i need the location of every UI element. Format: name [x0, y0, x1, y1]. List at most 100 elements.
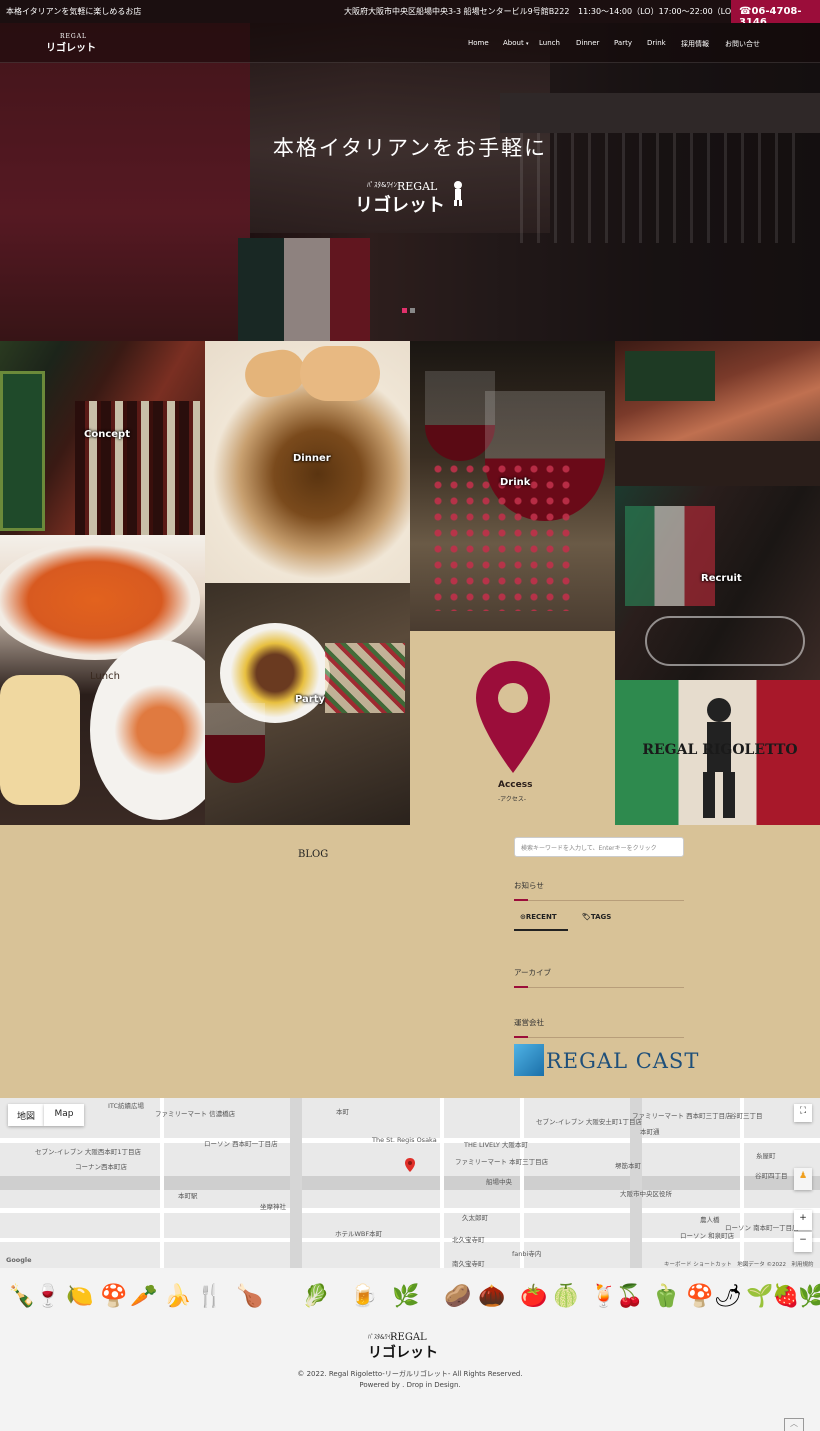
- tile-lunch[interactable]: Lunch: [0, 535, 205, 825]
- map-label: ファミリーマート 本町三丁目店: [455, 1158, 549, 1166]
- nav-party[interactable]: Party: [614, 39, 632, 47]
- regal-cast-logo[interactable]: REGAL CAST: [514, 1044, 698, 1076]
- nav-drink[interactable]: Drink: [647, 39, 666, 47]
- map-label: 本町駅: [178, 1192, 198, 1200]
- map-type-map-button[interactable]: 地図: [8, 1104, 44, 1126]
- roast-meat-icon: 🍗: [236, 1284, 264, 1309]
- tile-brand-label: REGAL RIGOLETTO: [642, 742, 798, 758]
- tile-access[interactable]: Access -アクセス-: [410, 631, 615, 825]
- concept-chalkboard: [0, 371, 45, 531]
- map-label: 北久宝寺町: [452, 1236, 485, 1244]
- mushroom-icon: 🍄: [100, 1284, 128, 1309]
- lime-icon: 🍋: [66, 1284, 94, 1309]
- pepper-icon: 🫑: [652, 1284, 680, 1309]
- map-road-main: [0, 1176, 820, 1190]
- tomato-icon: 🍅: [520, 1284, 548, 1309]
- party-appetizers: [325, 643, 405, 713]
- archive-divider: [514, 987, 684, 988]
- archive-heading: アーカイブ: [514, 968, 552, 977]
- strawberry-icon: 🍓: [772, 1284, 800, 1309]
- nav-contact[interactable]: お問い合せ: [725, 39, 760, 49]
- tile-concept[interactable]: Concept: [0, 341, 205, 535]
- recruit-chalk-art: [645, 616, 805, 666]
- lemon-slice-icon: 🍈: [552, 1284, 580, 1309]
- tile-dinner[interactable]: Dinner: [205, 341, 410, 583]
- map-label: セブン-イレブン 大阪安土町1丁目店: [536, 1118, 643, 1126]
- tile-drink[interactable]: Drink: [410, 341, 615, 631]
- map-road-v4: [440, 1098, 444, 1268]
- slider-dots: [402, 298, 418, 317]
- jester-icon: [454, 181, 462, 206]
- map-label: コーナン西本町店: [75, 1163, 127, 1171]
- map-label: ITC紡績広場: [108, 1102, 145, 1110]
- tile-recruit[interactable]: Recruit: [615, 486, 820, 680]
- map-label: The St. Regis Osaka: [372, 1136, 437, 1144]
- tab-recent[interactable]: ⊙RECENT: [520, 913, 557, 921]
- map-label: 久太郎町: [462, 1214, 488, 1222]
- news-divider: [514, 900, 684, 901]
- map-pin-icon: [476, 661, 550, 773]
- shop-address: 大阪府大阪市中央区船場中央3-3 船場センタービル9号館B222: [344, 7, 570, 16]
- company-divider: [514, 1037, 684, 1038]
- map-label: セブン-イレブン 大阪西本町1丁目店: [35, 1148, 142, 1156]
- tile-kitchen[interactable]: [615, 341, 820, 486]
- google-map[interactable]: ファミリーマート 信濃橋店 本町 ローソン 西本町一丁目店 セブン-イレブン 大…: [0, 1098, 820, 1268]
- map-label: 坐摩神社: [260, 1203, 286, 1211]
- map-label: 船場中央: [486, 1178, 512, 1186]
- map-label: 糸屋町: [756, 1152, 776, 1160]
- powered-by-text: Powered by . Drop in Design.: [359, 1381, 461, 1389]
- map-type-satellite-button[interactable]: Map: [44, 1104, 84, 1126]
- chili-icon: 🌶: [714, 1284, 742, 1309]
- blog-heading: BLOG: [298, 849, 329, 860]
- top-info-bar: 本格イタリアンを気軽に楽しめるお店 大阪府大阪市中央区船場中央3-3 船場センタ…: [0, 0, 820, 28]
- site-tagline: 本格イタリアンを気軽に楽しめるお店: [6, 7, 142, 16]
- business-hours: 11:30～14:00（LO）17:00～22:00（LO）: [578, 7, 740, 16]
- carrot-icon: 🥕: [130, 1284, 158, 1309]
- nav-lunch[interactable]: Lunch: [539, 39, 560, 47]
- regal-cast-text: REGAL CAST: [546, 1049, 700, 1073]
- main-navbar: REGAL リゴレット Home About ▾ Lunch Dinner Pa…: [0, 23, 820, 63]
- google-logo: Google: [6, 1256, 32, 1264]
- chevron-down-icon: ▾: [525, 41, 529, 47]
- slider-dot-1[interactable]: [402, 308, 407, 313]
- tile-access-sub: -アクセス-: [498, 796, 527, 803]
- nav-home[interactable]: Home: [468, 39, 489, 47]
- tab-tags-label: TAGS: [590, 913, 612, 921]
- lunch-plate: [90, 640, 205, 820]
- tile-brand[interactable]: REGAL RIGOLETTO: [615, 680, 820, 825]
- company-heading: 運営会社: [514, 1018, 544, 1027]
- search-input[interactable]: 検索キーワードを入力して、Enterキーをクリック: [514, 837, 684, 857]
- pegman-icon[interactable]: ♟: [794, 1168, 812, 1190]
- tile-party[interactable]: Party: [205, 583, 410, 825]
- slider-dot-2[interactable]: [410, 308, 415, 313]
- zoom-in-button[interactable]: +: [794, 1210, 812, 1230]
- map-marker-icon[interactable]: [405, 1158, 415, 1172]
- nav-about[interactable]: About ▾: [503, 39, 528, 47]
- banana-icon: 🍌: [164, 1284, 192, 1309]
- zoom-out-button[interactable]: −: [794, 1232, 812, 1252]
- tile-access-label: Access: [498, 780, 533, 790]
- tile-dinner-label: Dinner: [293, 453, 331, 464]
- nav-recruit[interactable]: 採用情報: [681, 39, 709, 49]
- potato-icon: 🥔: [444, 1284, 472, 1309]
- map-attribution[interactable]: キーボード ショートカット 地図データ ©2022 利用規約: [664, 1260, 814, 1268]
- nav-dinner[interactable]: Dinner: [576, 39, 599, 47]
- mushroom-icon-2: 🍄: [686, 1284, 714, 1309]
- nav-about-label: About: [503, 39, 524, 47]
- phone-button[interactable]: ☎06-4708-3146: [731, 0, 820, 28]
- dinner-bread: [241, 346, 309, 401]
- kitchen-chalkboard: [625, 351, 715, 401]
- map-road-2: [0, 1208, 820, 1213]
- cocktail-icon: 🍹: [590, 1284, 618, 1309]
- regal-cast-cube-icon: [514, 1044, 544, 1076]
- map-label: 大阪市中央区役所: [620, 1190, 672, 1198]
- map-label: 南久宝寺町: [452, 1260, 485, 1268]
- map-road-v1: [290, 1098, 302, 1268]
- beet-icon: 🌰: [478, 1284, 506, 1309]
- tab-active-underline: [514, 929, 568, 931]
- fullscreen-icon[interactable]: ⛶: [794, 1104, 812, 1122]
- tab-tags[interactable]: 🏷TAGS: [582, 913, 611, 921]
- food-illustration-strip: 🍾 🍷 🍋 🍄 🥕 🍌 🍴 🍗 🥬 🍺 🌿 🥔 🌰 🍅 🍈 🍹 🍒 🫑 🍄 🌶 …: [0, 1270, 820, 1322]
- back-to-top-button[interactable]: ︿: [784, 1418, 804, 1431]
- party-wine-glass: [205, 703, 265, 783]
